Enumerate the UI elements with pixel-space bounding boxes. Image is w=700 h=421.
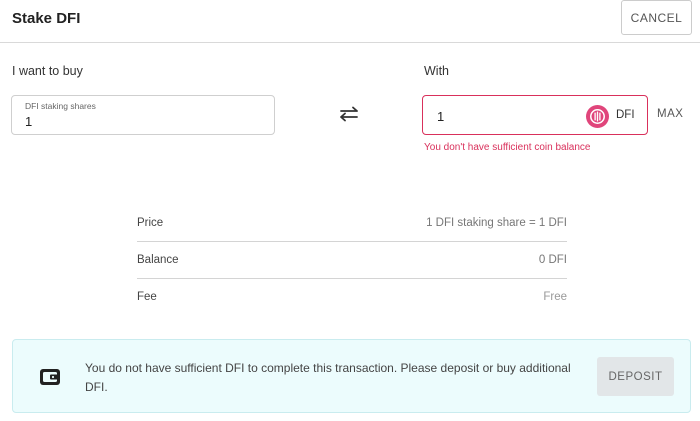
dfi-coin-icon	[586, 105, 609, 128]
summary-key: Balance	[137, 254, 179, 266]
buy-field-label: DFI staking shares	[25, 101, 96, 111]
summary-row-price: Price 1 DFI staking share = 1 DFI	[137, 205, 567, 242]
balance-error-message: You don't have sufficient coin balance	[424, 142, 591, 153]
cancel-button[interactable]: CANCEL	[621, 0, 692, 35]
transaction-summary: Price 1 DFI staking share = 1 DFI Balanc…	[137, 205, 567, 316]
summary-value: Free	[543, 291, 567, 303]
max-button[interactable]: MAX	[657, 108, 683, 120]
with-amount-value[interactable]: 1	[437, 109, 444, 124]
summary-value: 1 DFI staking share = 1 DFI	[426, 217, 567, 229]
buy-amount-field[interactable]: DFI staking shares 1	[11, 95, 275, 135]
coin-symbol: DFI	[616, 109, 635, 121]
with-section-label: With	[424, 64, 449, 78]
wallet-icon	[40, 369, 60, 385]
summary-row-balance: Balance 0 DFI	[137, 242, 567, 279]
swap-icon[interactable]	[338, 106, 360, 122]
summary-key: Price	[137, 217, 164, 229]
buy-section-label: I want to buy	[12, 64, 83, 78]
summary-value: 0 DFI	[538, 254, 567, 266]
alert-message: You do not have sufficient DFI to comple…	[85, 361, 571, 394]
summary-row-fee: Fee Free	[137, 279, 567, 316]
with-amount-field[interactable]: 1 DFI	[422, 95, 648, 135]
dialog-title: Stake DFI	[12, 10, 81, 27]
summary-key: Fee	[137, 291, 157, 303]
buy-amount-value[interactable]: 1	[25, 114, 32, 129]
deposit-button[interactable]: DEPOSIT	[597, 357, 674, 396]
dialog-header: Stake DFI CANCEL	[0, 0, 700, 43]
insufficient-funds-alert: You do not have sufficient DFI to comple…	[12, 339, 691, 413]
